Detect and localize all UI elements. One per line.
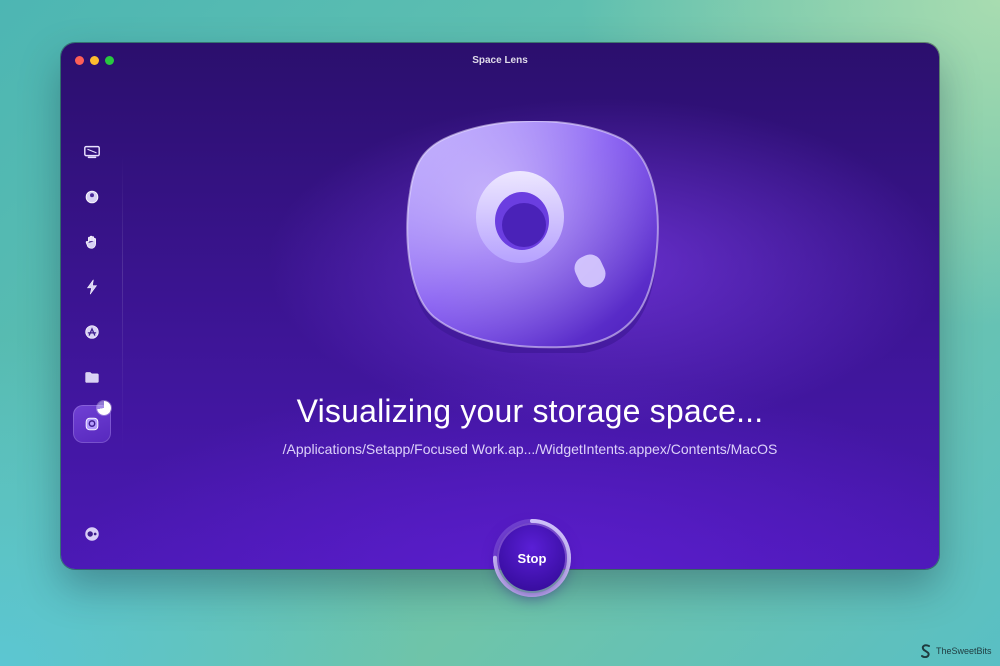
sweetbits-logo-icon [921, 644, 930, 658]
space-lens-illustration [406, 121, 659, 353]
title-bar: Space Lens [61, 43, 939, 79]
lightning-icon [86, 279, 98, 295]
window-title: Space Lens [472, 55, 528, 66]
watermark: TheSweetBits [920, 643, 992, 659]
watermark-text: TheSweetBits [936, 646, 992, 656]
sidebar-item-protection[interactable] [77, 227, 107, 257]
hand-icon [85, 235, 96, 249]
folder-icon [85, 372, 99, 383]
sidebar-item-my-clutter[interactable] [77, 362, 107, 392]
monitor-icon [84, 145, 100, 159]
sphere-icon [85, 190, 99, 204]
sidebar-item-applications[interactable] [77, 317, 107, 347]
current-scan-path: /Applications/Setapp/Focused Work.ap.../… [282, 441, 778, 457]
sidebar-item-smart-scan[interactable] [77, 137, 107, 167]
sidebar-item-performance[interactable] [77, 272, 107, 302]
sidebar-item-cleanup[interactable] [77, 182, 107, 212]
app-store-icon [85, 325, 99, 339]
assistant-button[interactable] [83, 525, 101, 543]
toggle-dot-icon [85, 527, 99, 541]
page-title: Visualizing your storage space... [296, 393, 764, 429]
stop-button-container: Stop [492, 518, 572, 598]
stop-button[interactable]: Stop [499, 525, 565, 591]
app-window: Space Lens Visualizing your storage spac… [61, 43, 939, 569]
